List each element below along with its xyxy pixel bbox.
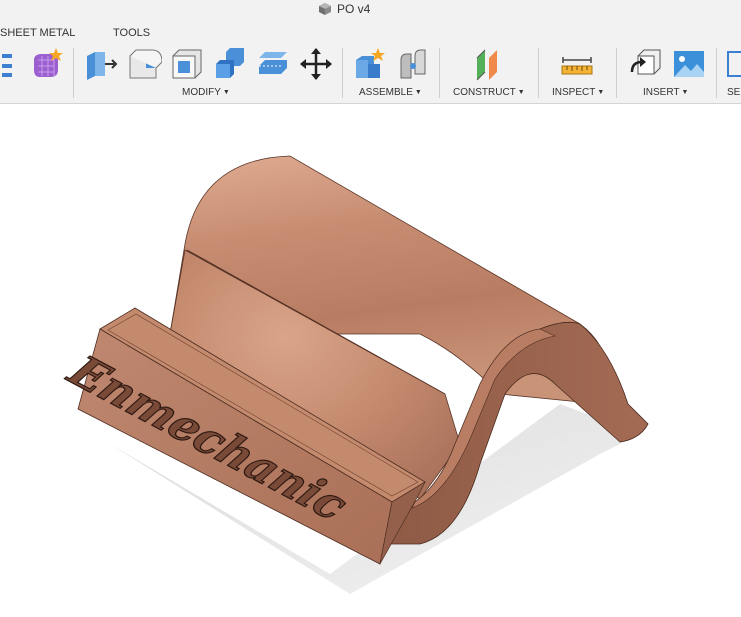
insert-label: INSERT <box>643 87 680 98</box>
measure-icon[interactable] <box>559 46 595 82</box>
tab-sheet-metal[interactable]: SHEET METAL <box>0 27 75 39</box>
modify-label: MODIFY <box>182 87 221 98</box>
toolbar: PO v4 SHEET METAL TOOLS MODIFY ▼ ASSEMBL… <box>0 0 741 104</box>
select-icon[interactable] <box>722 46 741 82</box>
separator <box>73 48 74 98</box>
separator <box>716 48 717 98</box>
press-pull-icon[interactable] <box>83 46 119 82</box>
document-title-text: PO v4 <box>337 2 371 16</box>
caret-down-icon: ▼ <box>517 89 525 96</box>
insert-derive-icon[interactable] <box>628 46 664 82</box>
move-icon[interactable] <box>298 46 334 82</box>
separator <box>439 48 440 98</box>
offset-plane-icon[interactable] <box>471 46 507 82</box>
select-label: SE <box>727 87 741 98</box>
3d-model[interactable]: Enmechanic <box>0 104 741 617</box>
insert-canvas-icon[interactable] <box>671 46 707 82</box>
hierarchy-icon[interactable] <box>0 46 30 82</box>
separator <box>616 48 617 98</box>
fillet-icon[interactable] <box>126 46 162 82</box>
tab-tools[interactable]: TOOLS <box>113 27 150 39</box>
caret-down-icon: ▼ <box>414 89 422 96</box>
separator <box>538 48 539 98</box>
assemble-menu[interactable]: ASSEMBLE ▼ <box>359 87 422 98</box>
insert-menu[interactable]: INSERT ▼ <box>643 87 688 98</box>
canvas-viewport[interactable]: Enmechanic <box>0 104 741 617</box>
construct-menu[interactable]: CONSTRUCT ▼ <box>453 87 525 98</box>
joint-icon[interactable] <box>395 46 431 82</box>
new-component-icon[interactable] <box>352 46 388 82</box>
create-form-icon[interactable] <box>28 46 64 82</box>
document-title: PO v4 <box>318 0 370 18</box>
assemble-label: ASSEMBLE <box>359 87 413 98</box>
select-menu[interactable]: SE <box>727 87 740 98</box>
separator <box>342 48 343 98</box>
caret-down-icon: ▼ <box>222 89 230 96</box>
modify-menu[interactable]: MODIFY ▼ <box>182 87 230 98</box>
replace-face-icon[interactable] <box>255 46 291 82</box>
caret-down-icon: ▼ <box>597 89 605 96</box>
shell-icon[interactable] <box>169 46 205 82</box>
document-icon <box>318 2 332 16</box>
construct-label: CONSTRUCT <box>453 87 516 98</box>
combine-icon[interactable] <box>212 46 248 82</box>
caret-down-icon: ▼ <box>681 89 689 96</box>
inspect-label: INSPECT <box>552 87 596 98</box>
inspect-menu[interactable]: INSPECT ▼ <box>552 87 604 98</box>
